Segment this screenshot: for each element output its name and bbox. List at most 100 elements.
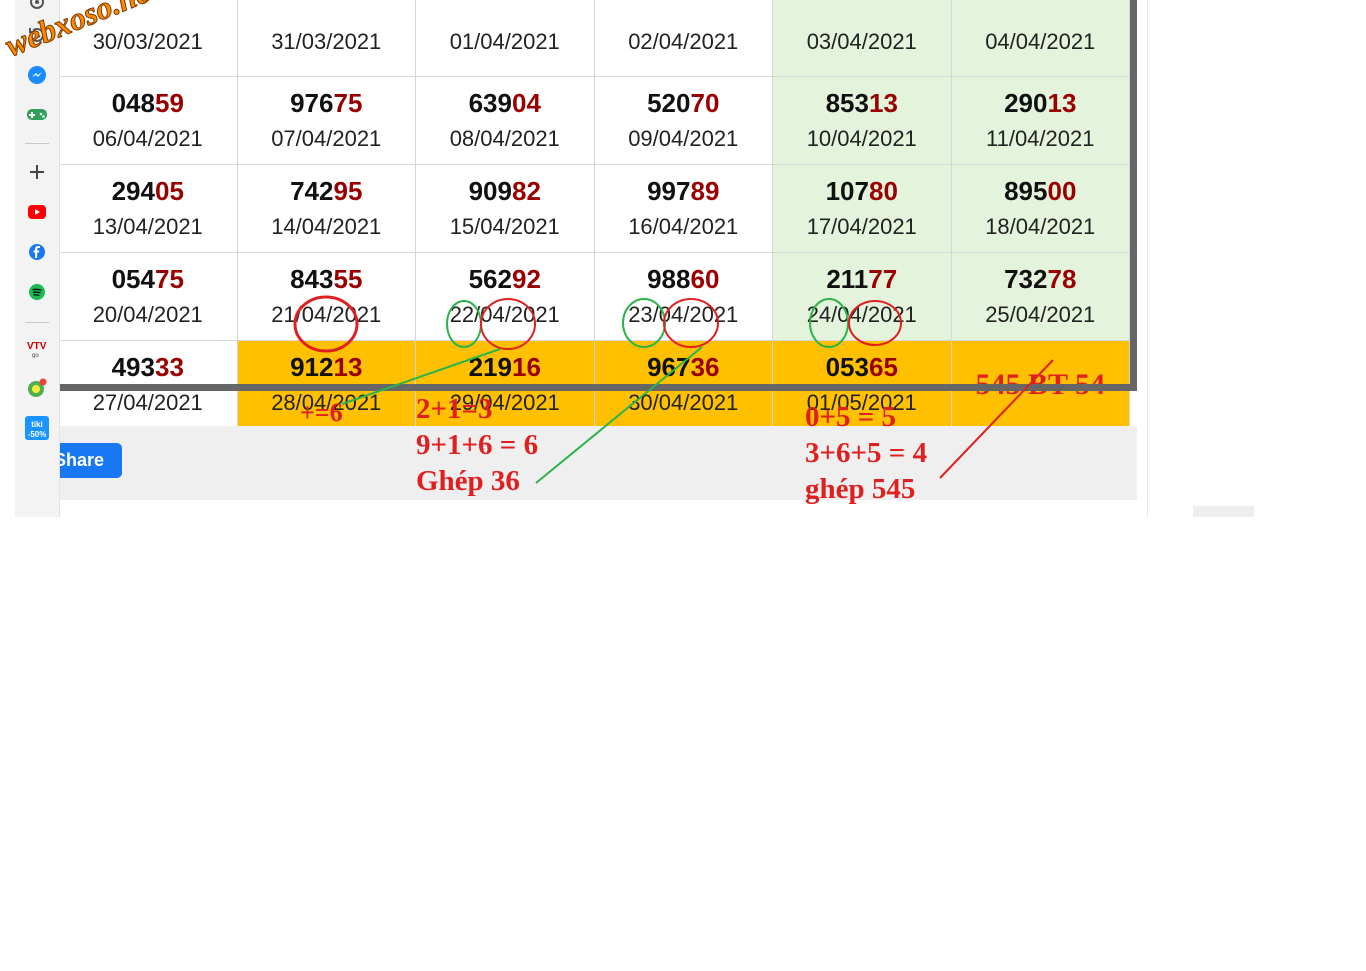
result-number-tail: 78 — [1047, 263, 1077, 294]
result-date: 03/04/2021 — [806, 28, 917, 54]
result-number: 74295 — [238, 176, 416, 206]
result-date: 17/04/2021 — [806, 213, 917, 239]
result-date: 06/04/2021 — [92, 125, 203, 151]
result-number: 63904 — [416, 88, 594, 118]
result-number: 99789 — [595, 176, 773, 206]
result-number-head: 967 — [647, 351, 691, 382]
annotation-2-line-3: Ghép 36 — [416, 465, 520, 497]
spotify-icon[interactable] — [25, 280, 49, 304]
result-number-head: 294 — [111, 175, 155, 206]
result-date: 20/04/2021 — [92, 301, 203, 327]
result-number-head: 520 — [647, 87, 691, 118]
result-cell: 31/03/2021 — [236, 0, 416, 77]
result-cell: 21177 24/04/2021 — [772, 252, 952, 341]
vtv-go-icon[interactable]: VTV go — [25, 336, 49, 360]
result-number: 90982 — [416, 176, 594, 206]
result-cell: 05475 20/04/2021 — [58, 252, 238, 341]
result-number-tail: 36 — [690, 351, 720, 382]
result-date: 08/04/2021 — [449, 125, 560, 151]
screenshot-viewport: 30/03/2021 31/03/2021 01/04/2021 02/04/2021… — [0, 0, 1366, 517]
result-number-head: 909 — [468, 175, 512, 206]
result-number-head: 048 — [111, 87, 155, 118]
result-number: 29405 — [59, 176, 237, 206]
result-number-tail: 75 — [154, 263, 184, 294]
result-number-head: 742 — [290, 175, 334, 206]
result-number-tail: 89 — [690, 175, 720, 206]
result-number-tail: 00 — [1047, 175, 1077, 206]
tiki-badge-text: tiki — [31, 420, 43, 429]
result-date: 11/04/2021 — [986, 125, 1095, 151]
table-row: 04859 06/04/2021 97675 07/04/2021 63904 08/04… — [58, 76, 1130, 165]
result-number-head: 997 — [647, 175, 691, 206]
result-number-head: 988 — [647, 263, 691, 294]
result-date: 22/04/2021 — [449, 301, 560, 327]
result-number-head: 107 — [825, 175, 869, 206]
result-number: 05475 — [59, 264, 237, 294]
result-cell: 03/04/2021 — [772, 0, 952, 77]
result-date: 14/04/2021 — [271, 213, 382, 239]
result-number-tail: 05 — [154, 175, 184, 206]
annotation-3-line-2: 3+6+5 = 4 — [805, 437, 928, 469]
result-date: 02/04/2021 — [628, 28, 739, 54]
result-cell: 90982 15/04/2021 — [415, 164, 595, 253]
result-number: 98860 — [595, 264, 773, 294]
result-date: 24/04/2021 — [806, 301, 917, 327]
games-icon[interactable] — [25, 102, 49, 126]
tiki-icon[interactable]: tiki -50% — [25, 416, 49, 440]
result-number: 52070 — [595, 88, 773, 118]
result-cell: 99789 16/04/2021 — [593, 164, 773, 253]
result-number-head: 493 — [111, 351, 155, 382]
result-date: 25/04/2021 — [985, 301, 1096, 327]
result-date: 09/04/2021 — [628, 125, 739, 151]
result-date: 04/04/2021 — [985, 28, 1096, 54]
result-number-head: 732 — [1004, 263, 1048, 294]
result-number-tail: 59 — [154, 87, 184, 118]
result-number: 04859 — [59, 88, 237, 118]
result-date: 16/04/2021 — [628, 213, 739, 239]
svg-text:VTV: VTV — [27, 341, 47, 352]
result-date: 23/04/2021 — [628, 301, 739, 327]
result-number-head: 211 — [826, 263, 869, 294]
maps-icon[interactable] — [25, 376, 49, 400]
result-number-tail: 13 — [1047, 87, 1077, 118]
result-number-tail: 92 — [511, 263, 541, 294]
result-cell: 56292 22/04/2021 — [415, 252, 595, 341]
result-number-tail: 55 — [333, 263, 363, 294]
lottery-results-table: 30/03/2021 31/03/2021 01/04/2021 02/04/2021… — [58, 0, 1130, 429]
result-number-head: 853 — [825, 87, 869, 118]
result-number-tail: 60 — [690, 263, 720, 294]
result-number-tail: 77 — [868, 263, 898, 294]
result-number-head: 290 — [1004, 87, 1048, 118]
result-number-tail: 04 — [511, 87, 541, 118]
result-cell: 85313 10/04/2021 — [772, 76, 952, 165]
facebook-icon[interactable] — [25, 240, 49, 264]
result-number: 10780 — [773, 176, 951, 206]
annotation-sum-1: +=6 — [300, 398, 343, 427]
messenger-icon[interactable] — [25, 63, 49, 87]
result-date: 01/04/2021 — [449, 28, 560, 54]
result-date: 15/04/2021 — [449, 213, 560, 239]
result-date: 18/04/2021 — [985, 213, 1096, 239]
result-cell: 10780 17/04/2021 — [772, 164, 952, 253]
result-number-head: 562 — [468, 263, 512, 294]
result-number-tail: 70 — [690, 87, 720, 118]
result-number: 97675 — [238, 88, 416, 118]
add-icon[interactable] — [25, 160, 49, 184]
result-number: 21916 — [416, 352, 594, 382]
result-number-head: 895 — [1004, 175, 1048, 206]
result-cell: 97675 07/04/2021 — [236, 76, 416, 165]
result-number-tail: 95 — [333, 175, 363, 206]
result-number: 21177 — [773, 264, 951, 294]
result-cell: 29013 11/04/2021 — [950, 76, 1130, 165]
result-number-tail: 80 — [868, 175, 898, 206]
result-cell: 98860 23/04/2021 — [593, 252, 773, 341]
youtube-icon[interactable] — [25, 200, 49, 224]
table-row: 29405 13/04/2021 74295 14/04/2021 90982 15/04… — [58, 164, 1130, 253]
result-date: 27/04/2021 — [92, 389, 203, 415]
table-shadow-right — [1130, 0, 1137, 391]
sidebar-divider — [25, 143, 49, 144]
result-number-tail: 65 — [868, 351, 898, 382]
svg-text:go: go — [32, 353, 39, 358]
result-cell: 02/04/2021 — [593, 0, 773, 77]
result-date: 10/04/2021 — [806, 125, 917, 151]
